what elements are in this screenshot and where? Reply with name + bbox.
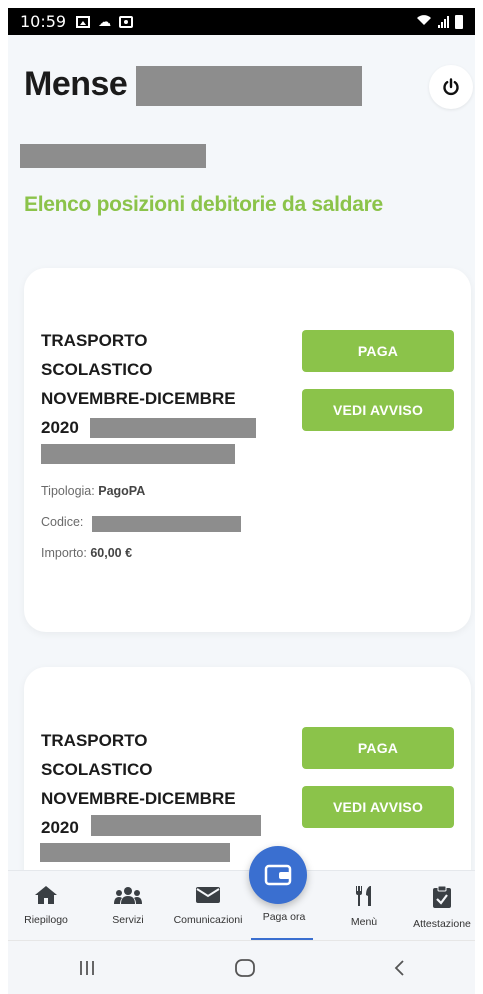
clipboard-check-icon — [433, 885, 451, 908]
importo-row: Importo: 60,00 € — [41, 546, 132, 560]
tipologia-value: PagoPA — [98, 484, 146, 498]
power-icon — [443, 78, 459, 96]
codice-row: Codice: — [41, 515, 83, 529]
status-time: 10:59 — [20, 12, 67, 31]
redacted-codice-value — [92, 516, 241, 532]
nav-item-comunicazioni[interactable]: Comunicazioni — [168, 871, 248, 941]
redacted-title-part — [90, 418, 256, 438]
battery-icon — [455, 14, 463, 29]
tipologia-row: Tipologia: PagoPA — [41, 484, 145, 498]
importo-label: Importo: — [41, 546, 87, 560]
nav-item-menu[interactable]: Menù — [324, 871, 404, 941]
redacted-title-part — [41, 444, 235, 464]
recent-apps-icon[interactable] — [77, 959, 97, 977]
view-notice-button[interactable]: VEDI AVVISO — [302, 389, 454, 431]
signal-icon — [438, 15, 449, 28]
redacted-title-part — [91, 815, 261, 836]
nav-label: Attestazione — [413, 918, 471, 930]
nav-label: Servizi — [112, 914, 144, 926]
app-content: Mense Elenco posizioni debitorie da sald… — [8, 35, 475, 870]
mail-icon — [196, 887, 220, 903]
debt-position-card: TRASPORTO SCOLASTICO NOVEMBRE-DICEMBRE 2… — [24, 667, 471, 870]
status-bar: 10:59 ☁ — [8, 8, 475, 35]
pay-button[interactable]: PAGA — [302, 330, 454, 372]
wifi-icon — [416, 14, 432, 29]
wallet-icon — [264, 864, 292, 886]
cutlery-icon — [356, 886, 371, 906]
nav-label: Comunicazioni — [173, 914, 243, 926]
home-button-icon[interactable] — [234, 958, 256, 978]
debt-position-card: TRASPORTO SCOLASTICO NOVEMBRE-DICEMBRE 2… — [24, 268, 471, 632]
section-title: Elenco posizioni debitorie da saldare — [24, 193, 383, 216]
redacted-user-name — [20, 144, 206, 168]
record-icon — [119, 15, 134, 28]
group-icon — [114, 887, 142, 904]
nav-item-servizi[interactable]: Servizi — [88, 871, 168, 941]
nav-label: Menù — [350, 916, 378, 928]
nav-item-riepilogo[interactable]: Riepilogo — [6, 871, 86, 941]
system-navigation-bar — [8, 940, 475, 994]
redacted-title-part — [40, 843, 230, 862]
logout-button[interactable] — [429, 65, 473, 109]
pay-button[interactable]: PAGA — [302, 727, 454, 769]
pay-now-fab[interactable] — [249, 846, 307, 904]
codice-label: Codice: — [41, 515, 84, 529]
weather-icon: ☁ — [98, 13, 112, 29]
redacted-school-name — [136, 66, 362, 106]
tipologia-label: Tipologia: — [41, 484, 95, 498]
home-icon — [35, 886, 57, 904]
nav-item-attestazione[interactable]: Attestazione — [402, 871, 482, 941]
back-icon[interactable] — [393, 959, 407, 977]
nav-label: Riepilogo — [24, 914, 68, 926]
nav-label: Paga ora — [262, 911, 306, 923]
importo-value: 60,00 € — [90, 546, 133, 560]
page-title: Mense — [24, 65, 128, 103]
bottom-navigation: Riepilogo Servizi Comunicazioni Paga ora… — [8, 870, 475, 940]
view-notice-button[interactable]: VEDI AVVISO — [302, 786, 454, 828]
gallery-notification-icon — [76, 15, 91, 28]
